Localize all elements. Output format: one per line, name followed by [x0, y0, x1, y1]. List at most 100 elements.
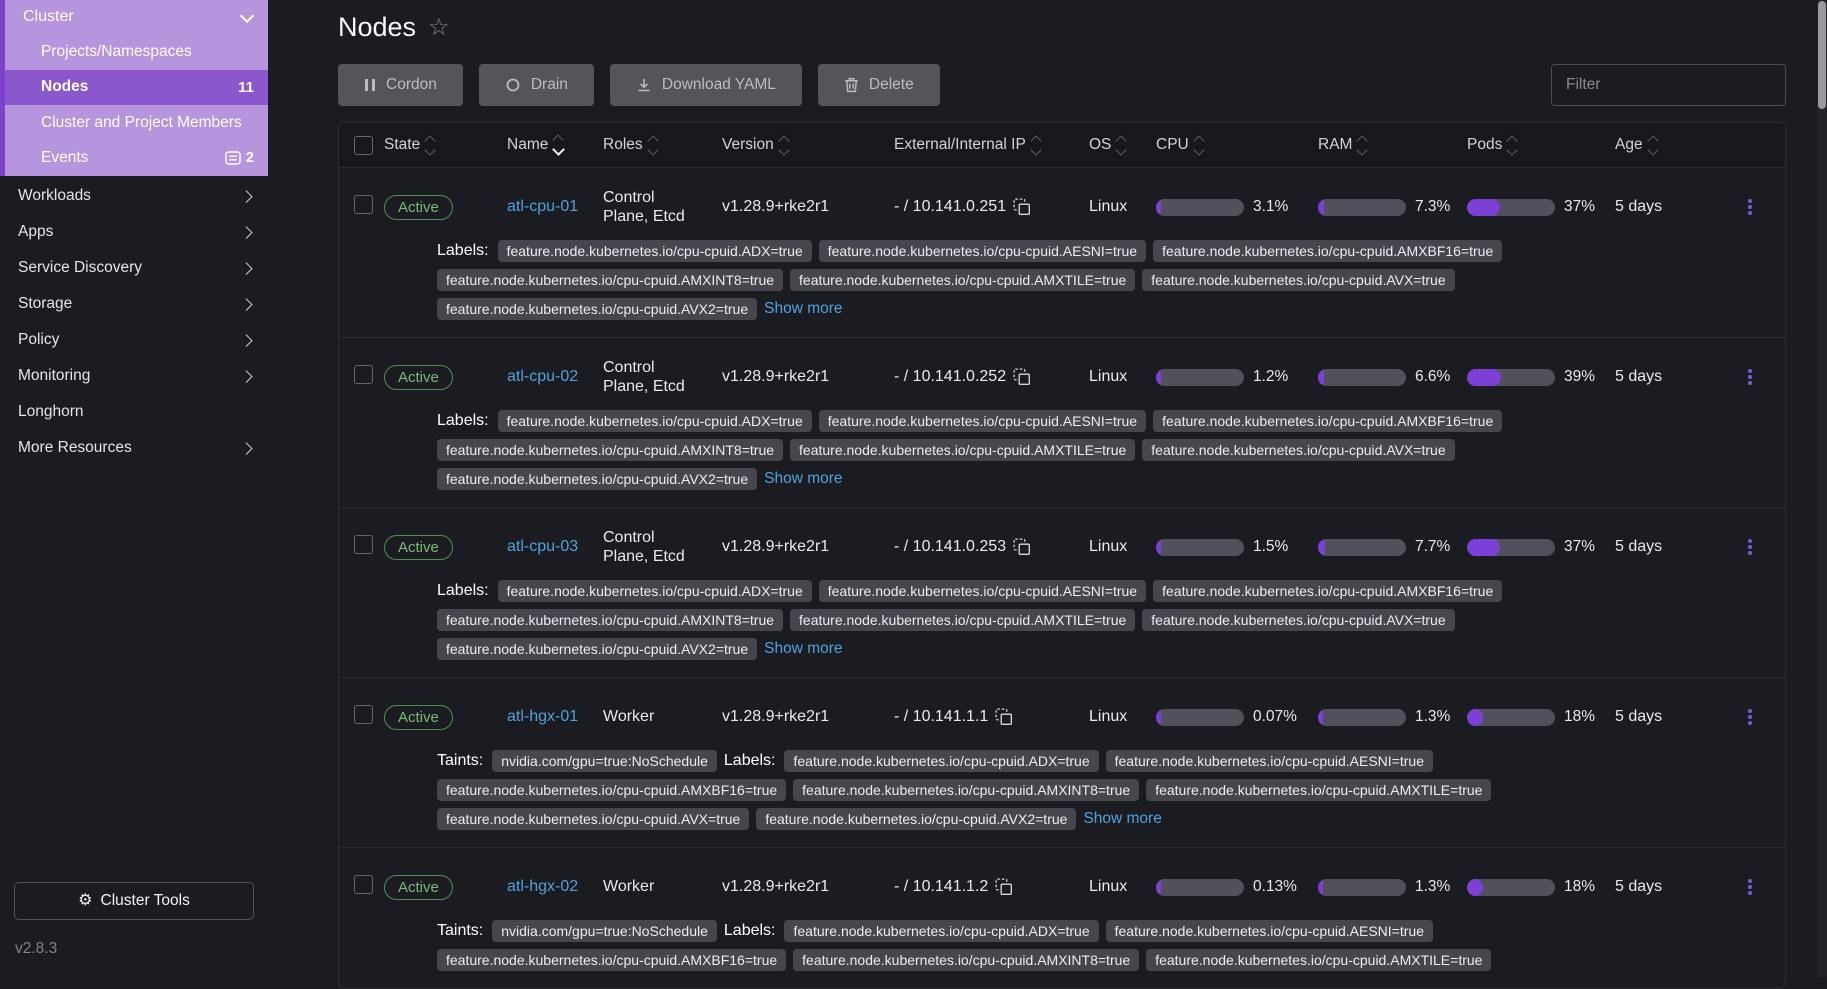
- label-chip: nvidia.com/gpu=true:NoSchedule: [492, 920, 717, 942]
- column-header-age[interactable]: Age: [1615, 136, 1715, 154]
- column-header-version[interactable]: Version: [722, 136, 894, 154]
- node-name-link[interactable]: atl-hgx-01: [507, 708, 578, 725]
- sidebar-item-monitoring[interactable]: Monitoring: [0, 358, 268, 394]
- copy-ip-icon[interactable]: [995, 708, 1013, 726]
- download-icon: [636, 77, 652, 93]
- label-chip: feature.node.kubernetes.io/cpu-cpuid.AMX…: [437, 779, 786, 801]
- node-name-link[interactable]: atl-hgx-02: [507, 878, 578, 895]
- delete-button[interactable]: Delete: [818, 64, 940, 106]
- row-actions-menu-icon[interactable]: [1744, 875, 1756, 899]
- show-more-link[interactable]: Show more: [1083, 810, 1161, 828]
- copy-ip-icon[interactable]: [995, 878, 1013, 896]
- usage-meter-fill: [1156, 879, 1161, 896]
- sidebar: Cluster Projects/Namespaces Nodes 11 Clu…: [0, 0, 268, 977]
- label-chip: feature.node.kubernetes.io/cpu-cpuid.ADX…: [498, 240, 812, 262]
- age-cell: 5 days: [1615, 708, 1715, 726]
- column-header-cpu[interactable]: CPU: [1156, 136, 1318, 154]
- ram-cell: 1.3%: [1318, 708, 1467, 726]
- select-all-checkbox[interactable]: [354, 136, 373, 155]
- sidebar-group-cluster[interactable]: Cluster: [5, 0, 268, 34]
- nodes-table: State Name Roles Version External/Intern…: [338, 122, 1786, 989]
- usage-meter: [1467, 199, 1555, 216]
- scrollbar-thumb[interactable]: [1818, 1, 1826, 109]
- sidebar-item-apps[interactable]: Apps: [0, 214, 268, 250]
- row-checkbox[interactable]: [354, 535, 373, 554]
- cpu-cell: 1.5%: [1156, 538, 1318, 556]
- row-checkbox[interactable]: [354, 875, 373, 894]
- column-header-pods[interactable]: Pods: [1467, 136, 1615, 154]
- label-chip: feature.node.kubernetes.io/cpu-cpuid.AES…: [819, 410, 1146, 432]
- sidebar-item-label: Projects/Namespaces: [41, 43, 192, 61]
- cordon-button-label: Cordon: [386, 76, 437, 94]
- column-header-ram[interactable]: RAM: [1318, 136, 1467, 154]
- node-name-link[interactable]: atl-cpu-01: [507, 198, 578, 215]
- sidebar-item-longhorn[interactable]: Longhorn: [0, 394, 268, 430]
- usage-percent-label: 7.7%: [1415, 538, 1450, 556]
- column-header-ip[interactable]: External/Internal IP: [894, 136, 1089, 154]
- sidebar-item-nodes[interactable]: Nodes 11: [5, 70, 268, 106]
- kebab-dot: [1748, 205, 1752, 209]
- usage-meter-fill: [1156, 199, 1161, 216]
- label-chip: feature.node.kubernetes.io/cpu-cpuid.AMX…: [437, 609, 783, 631]
- kebab-dot: [1748, 369, 1752, 373]
- row-checkbox-cell: [354, 195, 384, 219]
- cpu-cell: 3.1%: [1156, 198, 1318, 216]
- sidebar-item-workloads[interactable]: Workloads: [0, 178, 268, 214]
- sidebar-item-policy[interactable]: Policy: [0, 322, 268, 358]
- sidebar-item-storage[interactable]: Storage: [0, 286, 268, 322]
- row-checkbox[interactable]: [354, 365, 373, 384]
- sidebar-item-service-discovery[interactable]: Service Discovery: [0, 250, 268, 286]
- show-more-link[interactable]: Show more: [764, 300, 842, 318]
- copy-ip-icon[interactable]: [1013, 198, 1031, 216]
- label-chip: feature.node.kubernetes.io/cpu-cpuid.ADX…: [498, 410, 812, 432]
- drain-circle-icon: [505, 77, 521, 93]
- label-chip: feature.node.kubernetes.io/cpu-cpuid.AES…: [1106, 750, 1433, 772]
- row-actions-menu-icon[interactable]: [1744, 535, 1756, 559]
- favorite-star-icon[interactable]: ☆: [428, 16, 450, 40]
- page-scrollbar[interactable]: [1817, 0, 1827, 977]
- sidebar-item-cluster-and-project-members[interactable]: Cluster and Project Members: [5, 105, 268, 141]
- show-more-link[interactable]: Show more: [764, 470, 842, 488]
- usage-percent-label: 0.13%: [1253, 878, 1297, 896]
- os-cell: Linux: [1089, 878, 1156, 896]
- copy-ip-icon[interactable]: [1013, 368, 1031, 386]
- row-checkbox[interactable]: [354, 195, 373, 214]
- cluster-tools-button[interactable]: ⚙ Cluster Tools: [14, 882, 254, 920]
- node-row-main: Activeatl-cpu-03Control Plane, Etcdv1.28…: [339, 518, 1785, 576]
- download-yaml-button[interactable]: Download YAML: [610, 64, 802, 106]
- usage-meter: [1318, 369, 1406, 386]
- label-chip: feature.node.kubernetes.io/cpu-cpuid.AMX…: [793, 949, 1139, 971]
- row-checkbox[interactable]: [354, 705, 373, 724]
- kebab-dot: [1748, 381, 1752, 385]
- column-header-os[interactable]: OS: [1089, 136, 1156, 154]
- column-label: Age: [1615, 136, 1643, 154]
- table-header-row: State Name Roles Version External/Intern…: [339, 123, 1785, 168]
- column-header-name[interactable]: Name: [507, 136, 603, 154]
- sidebar-item-events[interactable]: Events 2: [5, 141, 268, 177]
- label-chip: feature.node.kubernetes.io/cpu-cpuid.AMX…: [1146, 779, 1491, 801]
- tag-line: feature.node.kubernetes.io/cpu-cpuid.AVX…: [339, 464, 1785, 493]
- usage-percent-label: 7.3%: [1415, 198, 1450, 216]
- node-row-main: Activeatl-hgx-02Workerv1.28.9+rke2r1- / …: [339, 858, 1785, 916]
- tag-line: feature.node.kubernetes.io/cpu-cpuid.AMX…: [339, 605, 1785, 634]
- row-actions-menu-icon[interactable]: [1744, 195, 1756, 219]
- filter-input[interactable]: [1551, 64, 1786, 106]
- show-more-link[interactable]: Show more: [764, 640, 842, 658]
- cordon-button[interactable]: Cordon: [338, 64, 463, 106]
- sidebar-item-more-resources[interactable]: More Resources: [0, 430, 268, 466]
- column-header-state[interactable]: State: [384, 136, 507, 154]
- row-actions-menu-icon[interactable]: [1744, 705, 1756, 729]
- node-name-link[interactable]: atl-cpu-03: [507, 538, 578, 555]
- copy-ip-icon[interactable]: [1013, 538, 1031, 556]
- usage-meter-fill: [1318, 879, 1323, 896]
- chevron-right-icon: [240, 190, 252, 202]
- sidebar-item-projects-namespaces[interactable]: Projects/Namespaces: [5, 34, 268, 70]
- row-actions-menu-icon[interactable]: [1744, 365, 1756, 389]
- age-cell: 5 days: [1615, 198, 1715, 216]
- drain-button[interactable]: Drain: [479, 64, 594, 106]
- node-row-main: Activeatl-cpu-02Control Plane, Etcdv1.28…: [339, 348, 1785, 406]
- header-cell-checkbox: [354, 136, 384, 155]
- node-name-link[interactable]: atl-cpu-02: [507, 368, 578, 385]
- column-header-roles[interactable]: Roles: [603, 136, 722, 154]
- usage-percent-label: 39%: [1564, 368, 1595, 386]
